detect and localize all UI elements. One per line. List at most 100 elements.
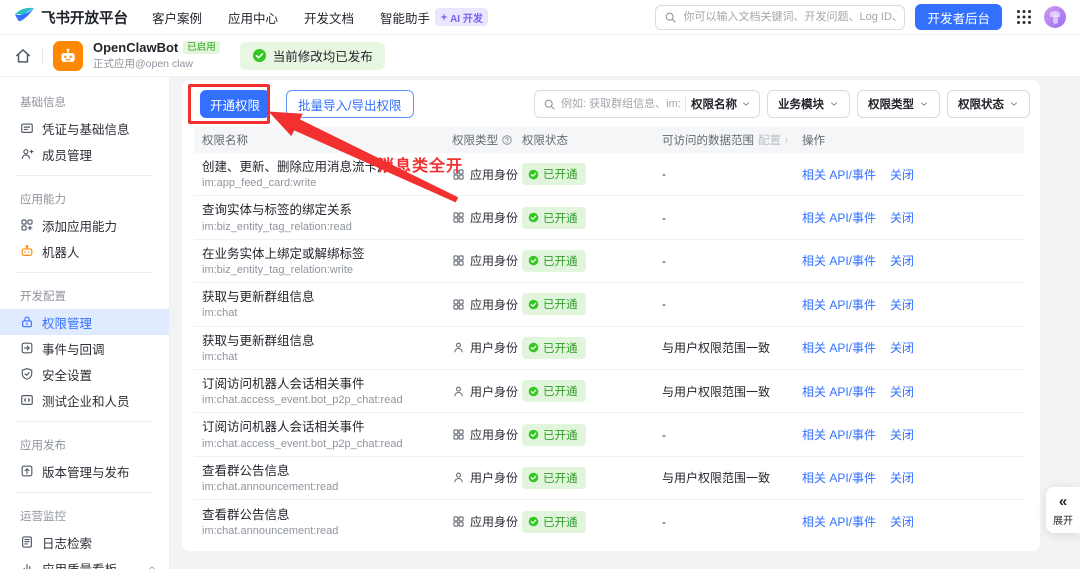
permission-name: 创建、更新、删除应用消息流卡片 (202, 160, 390, 175)
col-permission-status: 权限状态 (522, 135, 568, 147)
related-api-link[interactable]: 相关 API/事件 (802, 296, 876, 313)
open-permission-button[interactable]: 开通权限 (200, 90, 271, 118)
chevron-down-icon (741, 99, 751, 109)
home-icon[interactable] (14, 47, 32, 65)
global-search-input[interactable] (683, 11, 897, 23)
batch-import-export-button[interactable]: 批量导入/导出权限 (286, 90, 414, 118)
check-circle-icon (528, 429, 539, 440)
data-scope: 与用户权限范围一致 (662, 341, 771, 356)
close-permission-link[interactable]: 关闭 (890, 513, 914, 530)
row-actions: 相关 API/事件 关闭 (802, 296, 1016, 313)
sidebar-item[interactable]: 事件与回调 (0, 335, 169, 361)
global-search[interactable] (655, 4, 906, 30)
filter-dropdown[interactable]: 权限类型 (857, 90, 940, 118)
scope-config-link[interactable]: 配置 (758, 132, 791, 148)
sidebar-item[interactable]: 成员管理 (0, 141, 169, 167)
expand-panel-button[interactable]: « 展开 (1046, 487, 1080, 533)
related-api-link[interactable]: 相关 API/事件 (802, 513, 876, 530)
top-nav-item[interactable]: 应用中心 (228, 8, 278, 27)
data-scope: - (662, 297, 666, 312)
permission-id: im:chat (202, 307, 238, 320)
sidebar-item[interactable]: 测试企业和人员 (0, 387, 169, 413)
app-avatar[interactable] (53, 40, 83, 71)
app-header: OpenClawBot 已启用 正式应用@open claw 当前修改均已发布 (0, 35, 1080, 77)
related-api-link[interactable]: 相关 API/事件 (802, 166, 876, 183)
permission-search[interactable]: 权限名称 (534, 90, 760, 118)
table-row: 查看群公告信息 im:chat.announcement:read 用户身份 已开通 与… (194, 457, 1024, 501)
sidebar-item[interactable]: 安全设置 (0, 361, 169, 387)
related-api-link[interactable]: 相关 API/事件 (802, 339, 876, 356)
close-permission-link[interactable]: 关闭 (890, 209, 914, 226)
sidebar-item-label: 应用质量看板 (42, 559, 117, 570)
developer-console-button[interactable]: 开发者后台 (915, 4, 1002, 30)
filter-dropdown[interactable]: 权限状态 (947, 90, 1030, 118)
permission-id: im:biz_entity_tag_relation:read (202, 220, 352, 233)
sidebar: 基础信息 凭证与基础信息 成员管理 应用能力 添加应用能力 机器人 开发配置 权限管理 事件与回… (0, 77, 170, 569)
data-scope: 与用户权限范围一致 (662, 384, 771, 399)
data-scope: 与用户权限范围一致 (662, 471, 771, 486)
close-permission-link[interactable]: 关闭 (890, 252, 914, 269)
app-subtitle: 正式应用@open claw (93, 58, 193, 71)
sidebar-item-label: 测试企业和人员 (42, 394, 130, 409)
related-api-link[interactable]: 相关 API/事件 (802, 426, 876, 443)
top-nav-item[interactable]: 开发文档 (304, 8, 354, 27)
status-badge: 已开通 (522, 510, 586, 533)
filter-dropdown[interactable]: 业务模块 (767, 90, 850, 118)
close-permission-link[interactable]: 关闭 (890, 469, 914, 486)
data-scope: - (662, 253, 666, 268)
permission-type: 应用身份 (452, 252, 522, 269)
close-permission-link[interactable]: 关闭 (890, 296, 914, 313)
user-identity-icon (452, 341, 465, 354)
top-nav-item[interactable]: 客户案例 (152, 8, 202, 27)
status-badge: 已开通 (522, 380, 586, 403)
related-api-link[interactable]: 相关 API/事件 (802, 252, 876, 269)
table-row: 在业务实体上绑定或解绑标签 im:biz_entity_tag_relation:… (194, 240, 1024, 284)
close-permission-link[interactable]: 关闭 (890, 166, 914, 183)
table-row: 创建、更新、删除应用消息流卡片 im:app_feed_card:write 应用身… (194, 153, 1024, 197)
brand[interactable]: 飞书开放平台 (14, 6, 128, 28)
data-scope: - (662, 167, 666, 182)
log-icon (20, 535, 34, 549)
sidebar-item[interactable]: 日志检索 (0, 529, 169, 555)
brand-name: 飞书开放平台 (41, 10, 128, 27)
top-nav-item[interactable]: 智能助手 AI 开发 (380, 8, 488, 27)
table-row: 订阅访问机器人会话相关事件 im:chat.access_event.bot_p2… (194, 413, 1024, 457)
search-field-select[interactable]: 权限名称 (691, 96, 751, 112)
sidebar-item-label: 事件与回调 (42, 342, 105, 357)
avatar[interactable] (1044, 6, 1066, 28)
sidebar-item[interactable]: 凭证与基础信息 (0, 115, 169, 141)
status-badge: 已开通 (522, 163, 586, 186)
permission-id: im:biz_entity_tag_relation:write (202, 264, 354, 277)
data-scope: - (662, 514, 666, 529)
close-permission-link[interactable]: 关闭 (890, 426, 914, 443)
permission-id: im:chat.announcement:read (202, 481, 339, 494)
search-icon (543, 98, 556, 111)
test-icon (20, 393, 34, 407)
close-permission-link[interactable]: 关闭 (890, 383, 914, 400)
related-api-link[interactable]: 相关 API/事件 (802, 209, 876, 226)
help-icon[interactable] (501, 134, 513, 146)
feishu-logo-icon (14, 6, 35, 28)
app-identity-icon (452, 428, 465, 441)
publish-status-pill: 当前修改均已发布 (239, 41, 385, 70)
sidebar-item[interactable]: 应用质量看板 (0, 555, 169, 569)
col-data-scope: 可访问的数据范围 配置 (662, 132, 802, 148)
divider (685, 97, 686, 111)
apps-grid-icon[interactable] (1016, 9, 1032, 25)
col-permission-name: 权限名称 (202, 135, 248, 147)
sidebar-item[interactable]: 添加应用能力 (0, 212, 169, 238)
sidebar-item[interactable]: 机器人 (0, 238, 169, 264)
related-api-link[interactable]: 相关 API/事件 (802, 383, 876, 400)
sidebar-item[interactable]: 权限管理 (0, 309, 169, 335)
chevron-up-icon[interactable] (147, 563, 157, 569)
permission-search-input[interactable] (561, 98, 680, 110)
close-permission-link[interactable]: 关闭 (890, 339, 914, 356)
table-header: 权限名称 权限类型 权限状态 可访问的数据范围 配置 操作 (194, 127, 1024, 153)
related-api-link[interactable]: 相关 API/事件 (802, 469, 876, 486)
permission-icon (20, 315, 34, 329)
row-actions: 相关 API/事件 关闭 (802, 383, 1016, 400)
table-row: 获取与更新群组信息 im:chat 应用身份 已开通 - 相关 API/事件 关闭 (194, 283, 1024, 327)
permission-type: 用户身份 (452, 339, 522, 356)
sidebar-item[interactable]: 版本管理与发布 (0, 458, 169, 484)
table-row: 订阅访问机器人会话相关事件 im:chat.access_event.bot_p2… (194, 370, 1024, 414)
